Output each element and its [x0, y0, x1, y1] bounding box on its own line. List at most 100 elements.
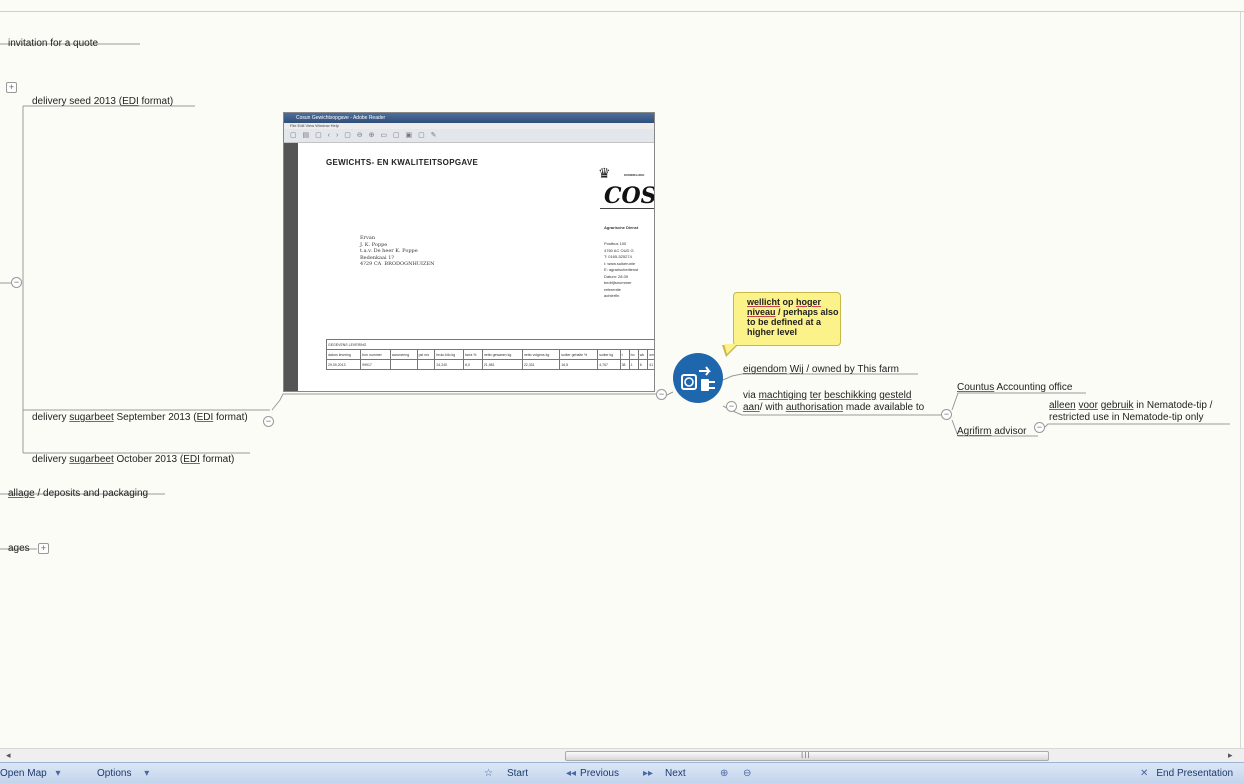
collapse-toggle[interactable]: − — [263, 416, 274, 427]
topic-agrifirm[interactable]: Agrifirm advisor — [957, 426, 1026, 438]
collapse-toggle[interactable]: − — [11, 277, 22, 288]
collapse-toggle[interactable]: − — [656, 389, 667, 400]
topic-text: advisor — [991, 426, 1027, 437]
table-cell — [416, 359, 436, 370]
topic-text: authorisation — [785, 402, 844, 413]
collapse-toggle[interactable]: − — [1034, 422, 1045, 433]
callout-fragment: hoger — [796, 297, 822, 307]
close-icon: ✕ — [1140, 768, 1149, 779]
brand-prefix: KONINKLIJKE — [624, 173, 645, 177]
collapse-toggle[interactable]: − — [726, 401, 737, 412]
callout-note[interactable]: wellicht op hoger niveau / perhaps also … — [733, 292, 841, 346]
topic-text: sugarbeet — [69, 412, 114, 423]
table-cell: 16,5 — [559, 359, 599, 370]
attached-document-image[interactable]: Cosun Gewichtsopgave - Adobe Reader File… — [283, 112, 655, 392]
table-cell: 38 — [619, 359, 630, 370]
table-header: bon nummer — [360, 349, 391, 360]
button-label: Open Map — [0, 768, 47, 779]
topic-countus[interactable]: Countus Accounting office — [957, 382, 1072, 394]
options-button[interactable]: Options ▾ — [97, 767, 153, 780]
callout-fragment: niveau — [747, 307, 776, 317]
topic-machtiging[interactable]: via machtiging ter beschikking gesteld a… — [743, 390, 924, 414]
topic-text: sugarbeet — [69, 454, 114, 465]
topic-text: delivery — [32, 454, 70, 465]
document-division: Agrarische Dienst — [604, 225, 639, 230]
topic-delivery-sugarbeet-september[interactable]: delivery sugarbeet September 2013 (EDI f… — [32, 412, 248, 424]
logo-underline — [600, 208, 654, 209]
document-page: GEWICHTS- EN KWALITEITSOPGAVE ♛ KONINKLI… — [298, 143, 654, 391]
horizontal-scrollbar[interactable]: ◂ III ▸ — [0, 748, 1244, 762]
topic-delivery-sugarbeet-october[interactable]: delivery sugarbeet October 2013 (EDI for… — [32, 454, 234, 466]
table-cell: 22,331 — [521, 359, 561, 370]
open-map-button[interactable]: Open Map ▾ — [0, 767, 65, 780]
mindmap-canvas[interactable]: invitation for a quote + delivery seed 2… — [0, 12, 1240, 748]
scroll-right-arrow-icon[interactable]: ▸ — [1228, 750, 1233, 761]
topic-text: format) — [199, 454, 235, 465]
address-line: 4?29 CA BRODOGNHUIZEN — [360, 261, 435, 267]
topic-text: / with — [759, 402, 786, 413]
next-button[interactable]: ▸▸ Next — [643, 767, 686, 780]
zoom-out-button[interactable]: ⊖ — [743, 767, 755, 780]
document-address: Ervan J. K. Poppe t.a.v. De heer K. Poppe B… — [360, 235, 435, 268]
topic-text: aan — [743, 402, 760, 413]
document-sidebar — [284, 143, 298, 391]
topic-delivery-seed[interactable]: delivery seed 2013 (EDI format) — [32, 96, 173, 108]
document-window-title: Cosun Gewichtsopgave - Adobe Reader — [284, 113, 654, 123]
expand-toggle[interactable]: + — [38, 543, 49, 554]
zoom-in-button[interactable]: ⊕ — [720, 767, 732, 780]
power-plug-icon-svg — [681, 366, 715, 391]
table-caption: GEGEVENS LEVERING — [326, 339, 654, 350]
button-label: Previous — [580, 768, 619, 779]
right-border — [1240, 12, 1241, 748]
table-header: wm — [647, 349, 654, 360]
collapse-toggle[interactable]: − — [941, 409, 952, 420]
table-cell: 1 — [628, 359, 639, 370]
topic-text: ages — [8, 543, 30, 554]
previous-button[interactable]: ◂◂ Previous — [566, 767, 619, 780]
topic-emballage[interactable]: allage / deposits and packaging — [8, 488, 148, 500]
topic-text: in Nematode-tip / — [1133, 400, 1213, 411]
table-cell: 99917 — [360, 359, 391, 370]
star-icon: ☆ — [484, 768, 493, 779]
table-header: aanvoering — [389, 349, 418, 360]
fast-forward-icon: ▸▸ — [643, 768, 654, 779]
scroll-thumb[interactable]: III — [565, 751, 1049, 761]
topic-eigendom[interactable]: eigendom Wij / owned by This farm — [743, 364, 899, 376]
crown-icon: ♛ — [598, 165, 611, 181]
topic-ages[interactable]: ages — [8, 543, 30, 555]
table-header: datum levering — [325, 349, 362, 360]
end-presentation-button[interactable]: ✕ End Presentation — [1140, 767, 1233, 780]
topic-text: alleen — [1049, 400, 1076, 411]
table-header: netto volgens kg — [521, 349, 561, 360]
topic-text: made available to — [843, 402, 925, 413]
topic-text: format) — [138, 96, 174, 107]
topic-text: delivery — [32, 412, 70, 423]
topic-text: format) — [213, 412, 248, 423]
brand-logo: COSU — [604, 183, 655, 209]
topic-text: allage — [8, 488, 35, 499]
topic-invitation[interactable]: invitation for a quote — [8, 38, 98, 50]
table-cell: 24,240 — [434, 359, 465, 370]
table-header: t — [619, 349, 630, 360]
table-cell: 6 — [637, 359, 649, 370]
topic-text: Countus — [957, 382, 995, 393]
topic-text: eigendom — [743, 364, 787, 375]
button-label: Start — [506, 768, 529, 779]
table-cell: 4,767 — [597, 359, 621, 370]
topic-text: EDI — [122, 96, 139, 107]
table-header: pst nrs — [416, 349, 436, 360]
postal-line: achterfin — [604, 293, 620, 298]
start-button[interactable]: ☆ Start — [484, 767, 528, 780]
table-cell: 6,0 — [463, 359, 483, 370]
expand-toggle[interactable]: + — [6, 82, 17, 93]
document-toolbar: ▢ ▤ ▢ ‹ › ▢ ⊖ ⊕ ▭ ▢ ▣ ▢ ✎ — [284, 129, 654, 143]
topic-restricted-use[interactable]: alleen voor gebruik in Nematode-tip / re… — [1049, 400, 1212, 424]
topic-text: beschikking — [824, 390, 877, 401]
topic-text: via — [743, 390, 759, 401]
scroll-left-arrow-icon[interactable]: ◂ — [6, 750, 11, 761]
zoom-out-icon: ⊖ — [743, 768, 752, 779]
table-header: bruto kilo kg — [434, 349, 465, 360]
power-plug-icon[interactable] — [673, 353, 723, 403]
topic-text: voor — [1078, 400, 1098, 411]
topic-text: EDI — [183, 454, 200, 465]
